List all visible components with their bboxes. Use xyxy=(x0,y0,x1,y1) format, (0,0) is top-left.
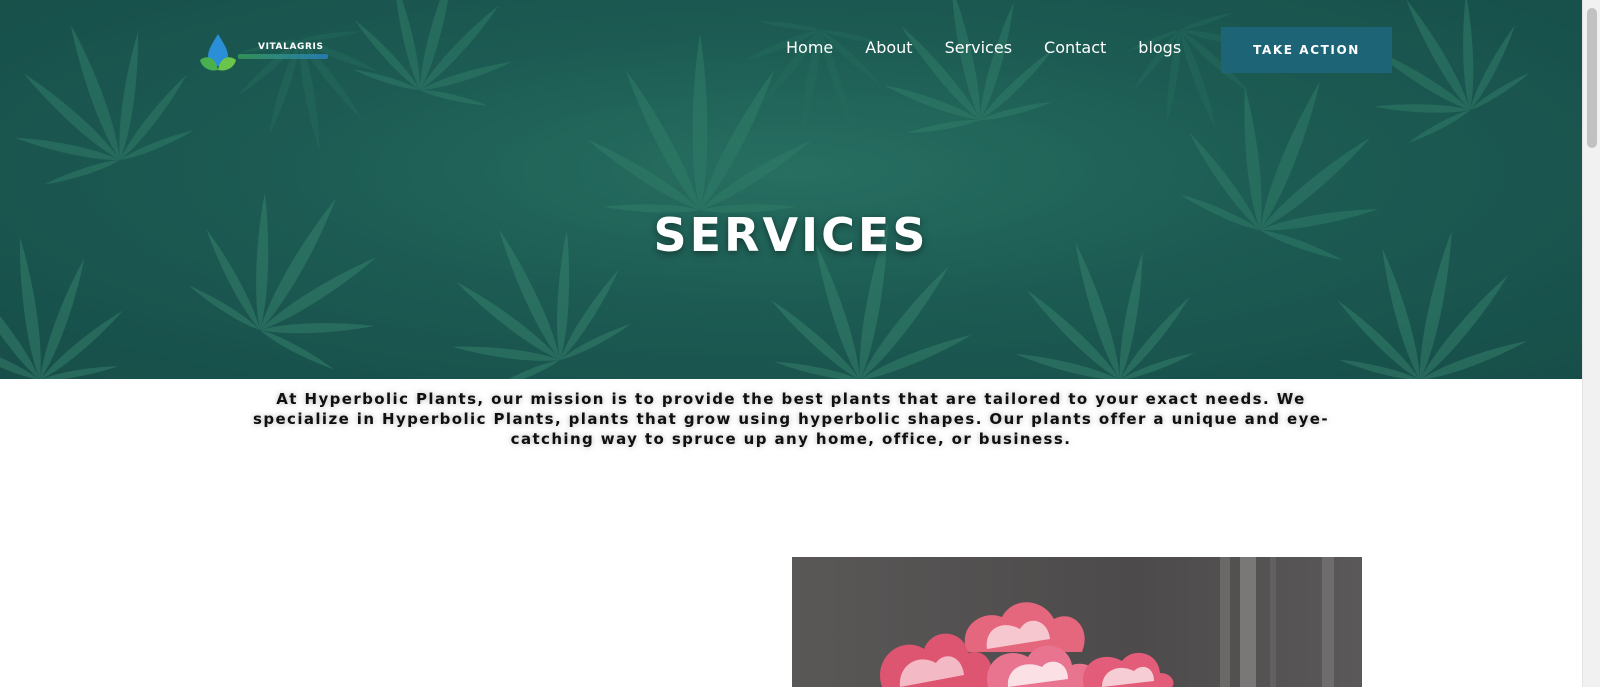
page-scrollbar[interactable] xyxy=(1582,0,1600,687)
page: VITALAGRIS Home About Services Contact b… xyxy=(0,0,1582,687)
brand-logo[interactable]: VITALAGRIS xyxy=(196,30,336,76)
scrollbar-thumb[interactable] xyxy=(1587,8,1597,148)
nav-link-home[interactable]: Home xyxy=(786,38,833,57)
water-drop-leaf-icon xyxy=(200,34,236,71)
main-nav: Home About Services Contact blogs xyxy=(786,38,1181,57)
page-title: SERVICES xyxy=(653,208,929,262)
take-action-button[interactable]: TAKE ACTION xyxy=(1221,27,1392,73)
flower-image xyxy=(792,557,1362,687)
pink-tulips-illustration xyxy=(880,557,1334,687)
hero-banner: VITALAGRIS Home About Services Contact b… xyxy=(0,0,1582,379)
brand-name: VITALAGRIS xyxy=(258,42,324,52)
nav-link-services[interactable]: Services xyxy=(945,38,1012,57)
nav-link-contact[interactable]: Contact xyxy=(1044,38,1106,57)
mission-statement: At Hyperbolic Plants, our mission is to … xyxy=(252,390,1329,448)
nav-link-about[interactable]: About xyxy=(865,38,912,57)
brand-tagline-bar xyxy=(238,54,328,59)
nav-link-blogs[interactable]: blogs xyxy=(1138,38,1181,57)
